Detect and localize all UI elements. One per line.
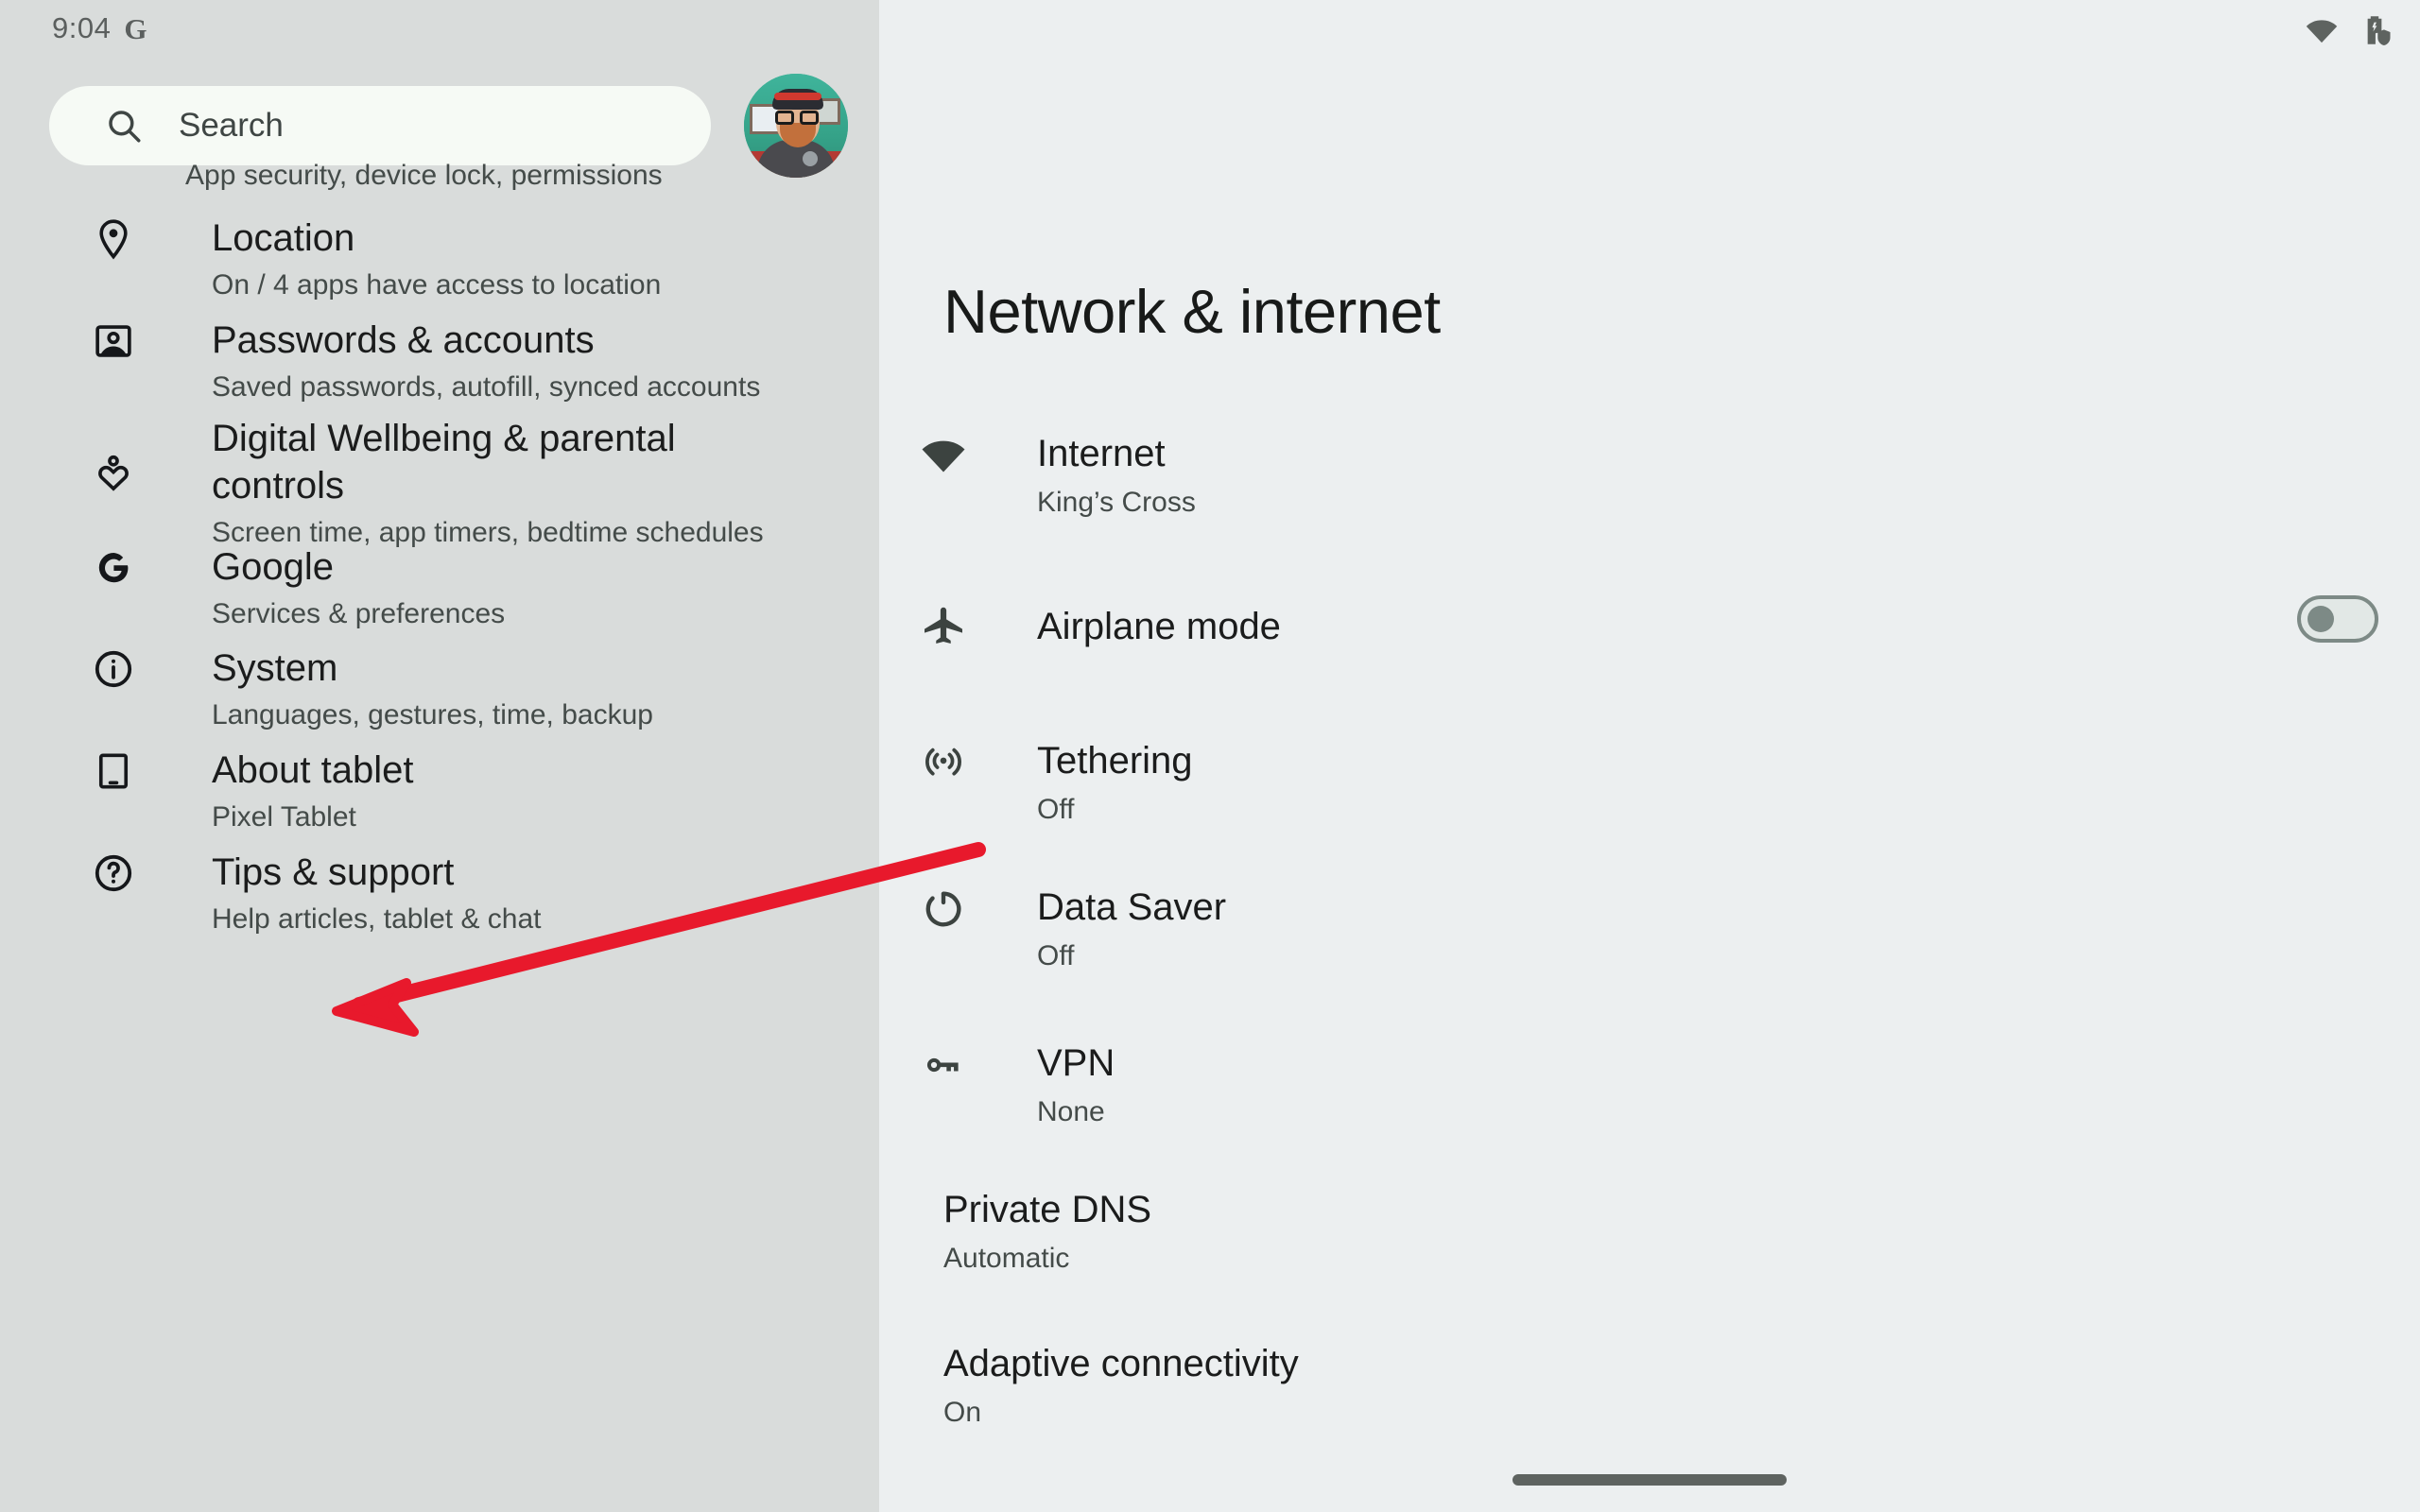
vpn-key-icon: [918, 1040, 969, 1091]
main-row-label: Private DNS: [943, 1189, 1152, 1230]
main-row-adaptive-connectivity[interactable]: Adaptive connectivity On: [879, 1340, 2420, 1433]
airplane-icon: [918, 603, 969, 654]
main-row-label: Tethering: [1037, 740, 1193, 782]
google-g-icon: [89, 543, 138, 593]
data-saver-icon: [918, 884, 969, 935]
main-row-subtitle: Off: [1037, 940, 1075, 971]
wifi-icon: [2305, 18, 2339, 48]
status-clock: 9:04: [52, 11, 112, 44]
main-row-data-saver[interactable]: Data Saver Off: [879, 884, 2420, 976]
settings-screen: 9:04 G Search App security, device lock,…: [0, 0, 2420, 1512]
main-row-label: Airplane mode: [1037, 606, 1281, 647]
sidebar-item-subtitle: Services & preferences: [212, 598, 506, 629]
search-input[interactable]: Search: [49, 86, 711, 165]
main-row-subtitle: None: [1037, 1096, 1105, 1127]
main-row-label: Adaptive connectivity: [943, 1343, 1299, 1384]
main-row-subtitle: On: [943, 1397, 982, 1428]
battery-protect-icon: [2358, 13, 2392, 52]
main-row-subtitle: King’s Cross: [1037, 487, 1196, 518]
sidebar-item-subtitle: On / 4 apps have access to location: [212, 269, 662, 301]
sidebar-item-tips-support[interactable]: Tips & support Help articles, tablet & c…: [0, 849, 879, 939]
google-g-status-icon: G: [124, 11, 147, 45]
main-row-private-dns[interactable]: Private DNS Automatic: [879, 1186, 2420, 1279]
sidebar-clipped-subtitle: App security, device lock, permissions: [185, 160, 663, 191]
sidebar-item-passwords-accounts[interactable]: Passwords & accounts Saved passwords, au…: [0, 317, 879, 407]
sidebar-item-label: Passwords & accounts: [212, 319, 595, 361]
avatar[interactable]: [744, 74, 848, 178]
search-placeholder: Search: [179, 107, 284, 144]
sidebar-item-subtitle: Help articles, tablet & chat: [212, 903, 542, 935]
page-title: Network & internet: [943, 277, 1441, 346]
tethering-icon: [918, 737, 969, 788]
gesture-navigation-handle[interactable]: [1512, 1474, 1787, 1486]
account-box-icon: [89, 317, 138, 366]
sidebar-item-system[interactable]: System Languages, gestures, time, backup: [0, 644, 879, 735]
search-row: Search: [0, 74, 879, 178]
search-icon: [104, 106, 144, 146]
main-row-internet[interactable]: Internet King’s Cross: [879, 430, 2420, 523]
sidebar-item-digital-wellbeing[interactable]: Digital Wellbeing & parental controls Sc…: [0, 415, 879, 553]
main-detail-panel: Network & internet Internet King’s Cross…: [879, 0, 2420, 1512]
main-row-subtitle: Automatic: [943, 1243, 1070, 1274]
main-row-label: VPN: [1037, 1042, 1115, 1084]
help-circle-icon: [89, 849, 138, 898]
status-bar-right: [2305, 13, 2392, 52]
main-row-tethering[interactable]: Tethering Off: [879, 737, 2420, 830]
toggle-knob: [2308, 606, 2334, 632]
sidebar-item-google[interactable]: Google Services & preferences: [0, 543, 879, 634]
location-pin-icon: [89, 215, 138, 264]
main-row-label: Internet: [1037, 433, 1166, 474]
sidebar-item-label: Digital Wellbeing & parental controls: [212, 418, 676, 507]
main-row-vpn[interactable]: VPN None: [879, 1040, 2420, 1132]
main-row-label: Data Saver: [1037, 886, 1227, 928]
sidebar-item-label: Location: [212, 217, 355, 259]
sidebar-item-location[interactable]: Location On / 4 apps have access to loca…: [0, 215, 879, 305]
airplane-mode-toggle[interactable]: [2297, 595, 2378, 643]
main-row-subtitle: Off: [1037, 794, 1075, 825]
sidebar-item-label: Tips & support: [212, 851, 455, 893]
sidebar-item-subtitle: Saved passwords, autofill, synced accoun…: [212, 371, 761, 403]
sidebar-item-subtitle: Pixel Tablet: [212, 801, 356, 833]
info-circle-icon: [89, 644, 138, 694]
sidebar-item-label: About tablet: [212, 749, 414, 791]
status-bar-left: 9:04 G: [52, 9, 147, 47]
main-row-airplane-mode[interactable]: Airplane mode: [879, 595, 2420, 654]
sidebar-item-label: System: [212, 647, 338, 689]
sidebar-item-label: Google: [212, 546, 334, 588]
wifi-icon: [918, 430, 969, 481]
wellbeing-heart-icon: [89, 449, 138, 498]
settings-sidebar: 9:04 G Search App security, device lock,…: [0, 0, 879, 1512]
sidebar-item-subtitle: Languages, gestures, time, backup: [212, 699, 653, 730]
sidebar-item-about-tablet[interactable]: About tablet Pixel Tablet: [0, 747, 879, 837]
tablet-icon: [89, 747, 138, 796]
